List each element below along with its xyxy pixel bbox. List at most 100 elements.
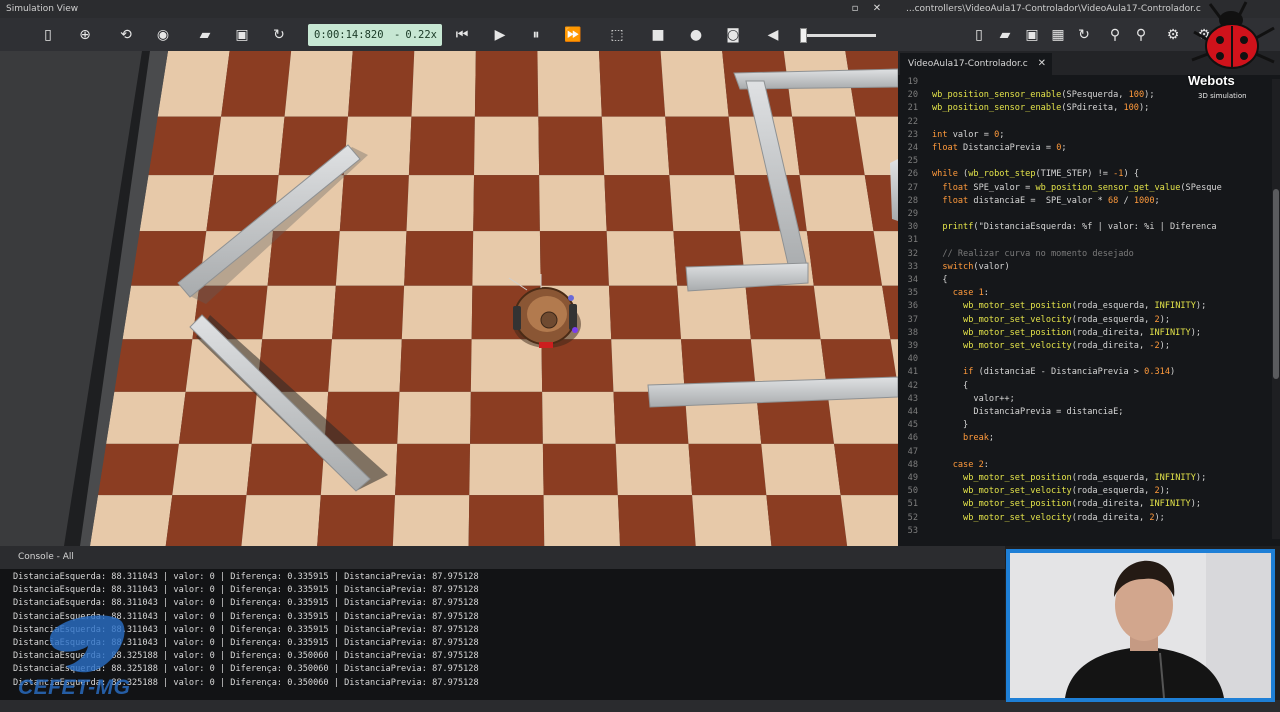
record-icon[interactable]: ● [685, 24, 707, 46]
code-line[interactable]: 50 wb_motor_set_velocity(roda_esquerda, … [898, 486, 1170, 499]
stop-icon[interactable]: ■ [647, 24, 669, 46]
code-line[interactable]: 23 int valor = 0; [898, 130, 1005, 143]
open-world-icon[interactable]: ▰ [194, 24, 216, 46]
code-line[interactable]: 38 wb_motor_set_position(roda_direita, I… [898, 328, 1201, 341]
code-line[interactable]: 39 wb_motor_set_velocity(roda_direita, -… [898, 341, 1170, 354]
settings-icon[interactable]: ⚙ [1162, 24, 1184, 46]
floor-tile [539, 231, 609, 286]
floor-tile [537, 51, 602, 117]
floor-tile [262, 285, 336, 340]
code-line[interactable]: 26 while (wb_robot_step(TIME_STEP) != -1)… [898, 169, 1139, 182]
code-line[interactable]: 40 [898, 354, 932, 367]
reload-node-icon[interactable]: ⟲ [115, 24, 137, 46]
simulation-3d-view[interactable] [0, 51, 898, 546]
editor-scrollbar[interactable] [1272, 79, 1280, 539]
revert-icon[interactable]: ↻ [1073, 24, 1095, 46]
open-file-icon[interactable]: ▰ [994, 24, 1016, 46]
close-tab-icon[interactable]: ✕ [1038, 53, 1046, 75]
code-text: wb_motor_set_velocity(roda_direita, 2); [963, 512, 1165, 523]
code-editor[interactable]: VideoAula17-Controlador.c ✕ 19 20 wb_posit… [898, 51, 1280, 546]
close-window-icon[interactable]: ✕ [870, 2, 884, 16]
step-back-icon[interactable]: ⏮ [451, 24, 473, 46]
line-number: 35 [907, 288, 918, 299]
code-text: case 2: [952, 459, 989, 470]
code-area[interactable]: 19 20 wb_position_sensor_enable(SPesquerda… [898, 77, 1272, 546]
code-line[interactable]: 41 if (distanciaE - DistanciaPrevia > 0.… [898, 367, 1176, 380]
code-line[interactable]: 22 [898, 117, 932, 130]
code-line[interactable]: 20 wb_position_sensor_enable(SPesquerda, … [898, 90, 1155, 103]
panel-toggle-icon[interactable]: ▯ [37, 24, 59, 46]
code-line[interactable]: 36 wb_motor_set_position(roda_esquerda, … [898, 301, 1207, 314]
code-line[interactable]: 42 { [898, 381, 969, 394]
code-line[interactable]: 34 { [898, 275, 948, 288]
code-line[interactable]: 49 wb_motor_set_position(roda_esquerda, … [898, 473, 1207, 486]
code-line[interactable]: 25 [898, 156, 932, 169]
code-line[interactable]: 30 printf("DistanciaEsquerda: %f | valor… [898, 222, 1217, 235]
code-line[interactable]: 53 [898, 526, 932, 539]
line-number: 41 [907, 367, 918, 378]
floor-tile [473, 175, 540, 232]
code-line[interactable]: 29 [898, 209, 932, 222]
code-line[interactable]: 27 float SPE_valor = wb_position_sensor_… [898, 183, 1222, 196]
floor-tile [241, 495, 321, 546]
save-all-icon[interactable]: ▦ [1047, 24, 1069, 46]
code-line[interactable]: 35 case 1: [898, 288, 989, 301]
volume-icon[interactable]: ◀ [762, 24, 784, 46]
arena-scene[interactable] [0, 51, 898, 546]
console-title: Console - All [18, 552, 74, 562]
new-file-icon[interactable]: ▯ [968, 24, 990, 46]
code-text: wb_motor_set_position(roda_esquerda, INF… [963, 301, 1207, 312]
volume-slider[interactable] [800, 28, 876, 43]
code-line[interactable]: 37 wb_motor_set_velocity(roda_esquerda, … [898, 315, 1170, 328]
search-icon[interactable]: ⚲ [1104, 24, 1126, 46]
floor-tile [317, 495, 396, 546]
fast-forward-icon[interactable]: ⏩ [562, 24, 584, 46]
step-icon[interactable]: ▶ [489, 24, 511, 46]
eye-icon[interactable]: ◉ [152, 24, 174, 46]
code-line[interactable]: 24 float DistanciaPrevia = 0; [898, 143, 1067, 156]
add-node-icon[interactable]: ⊕ [74, 24, 96, 46]
code-line[interactable]: 44 DistanciaPrevia = distanciaE; [898, 407, 1124, 420]
camera-icon[interactable]: ◙ [722, 24, 744, 46]
code-line[interactable]: 33 switch(valor) [898, 262, 1010, 275]
restore-window-icon[interactable]: ▫ [848, 2, 862, 16]
replace-icon[interactable]: ⚲ [1130, 24, 1152, 46]
code-line[interactable]: 19 [898, 77, 932, 90]
view-3d-icon[interactable]: ⬚ [606, 24, 628, 46]
code-line[interactable]: 21 wb_position_sensor_enable(SPdireita, 1… [898, 103, 1150, 116]
code-text: wb_motor_set_position(roda_direita, INFI… [963, 499, 1202, 510]
line-number: 53 [907, 525, 918, 536]
code-line[interactable]: 43 valor++; [898, 394, 1015, 407]
volume-slider-knob[interactable] [800, 28, 807, 43]
code-line[interactable]: 28 float distanciaE = SPE_valor * 68 / 1… [898, 196, 1160, 209]
console-line: DistanciaEsquerda: 88.311043 | valor: 0 … [13, 585, 479, 596]
editor-scrollbar-thumb[interactable] [1273, 189, 1279, 379]
code-text: } [932, 420, 969, 431]
save-world-icon[interactable]: ▣ [231, 24, 253, 46]
floor-tile [542, 443, 618, 496]
simulation-speed: 0.22x [405, 29, 437, 41]
code-line[interactable]: 48 case 2: [898, 460, 989, 473]
code-line[interactable]: 45 } [898, 420, 969, 433]
line-number: 33 [907, 261, 918, 272]
floor-tile [468, 495, 545, 546]
floor-tile [840, 495, 898, 546]
tab-controller-file[interactable]: VideoAula17-Controlador.c ✕ [900, 53, 1052, 75]
pause-icon[interactable]: ⏸ [525, 24, 547, 46]
code-line[interactable]: 46 break; [898, 433, 994, 446]
webots-subtitle: 3D simulation [1198, 92, 1247, 100]
floor-tile [792, 116, 865, 176]
code-line[interactable]: 51 wb_motor_set_position(roda_direita, I… [898, 499, 1201, 512]
code-line[interactable]: 32 // Realizar curva no momento desejado [898, 249, 1134, 262]
save-file-icon[interactable]: ▣ [1021, 24, 1043, 46]
code-line[interactable]: 47 [898, 447, 932, 460]
code-line[interactable]: 31 [898, 235, 932, 248]
line-number: 43 [907, 393, 918, 404]
reload-world-icon[interactable]: ↻ [268, 24, 290, 46]
floor-tile [392, 495, 470, 546]
floor-tile [178, 391, 257, 444]
code-line[interactable]: 52 wb_motor_set_velocity(roda_direita, 2… [898, 513, 1165, 526]
floor-tile [606, 231, 678, 286]
floor-tile [813, 285, 891, 340]
floor-tile [106, 391, 186, 444]
